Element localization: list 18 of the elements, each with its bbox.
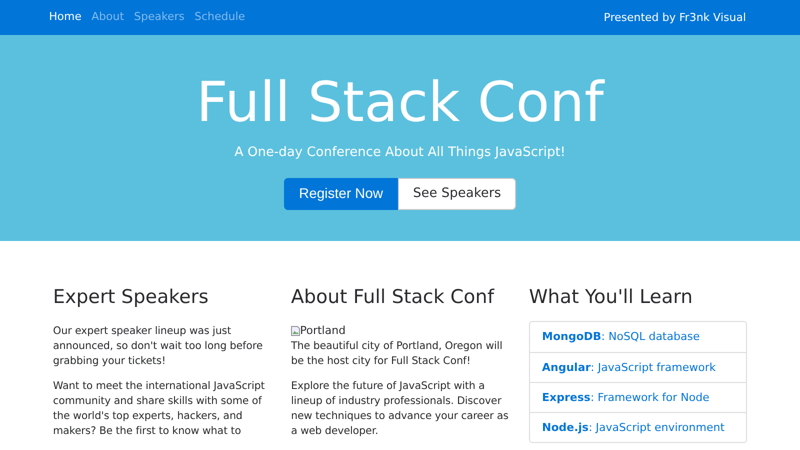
- section-heading: About Full Stack Conf: [291, 286, 496, 310]
- speakers-button[interactable]: See Speakers: [398, 178, 516, 210]
- hero-title: Full Stack Conf: [196, 75, 604, 130]
- paragraph: Explore the future of JavaScript with a lineup of industry professionals. Discover new techniques to advance your career as a web developer.: [291, 378, 509, 439]
- paragraph: Want to meet the international JavaScript community and share skills with some of the world's top experts, hackers, and makers? Be the first to know what to: [53, 378, 266, 439]
- list-link[interactable]: Angular: JavaScript framework: [530, 352, 746, 382]
- credit-text: Presented by Fr3nk Visual: [604, 10, 746, 26]
- register-button[interactable]: Register Now: [284, 178, 398, 210]
- nav-link[interactable]: Home: [49, 9, 82, 26]
- paragraph: Our expert speaker lineup was just announced, so don't wait too long before grabbing your tickets!: [53, 324, 264, 369]
- list-link[interactable]: Express: Framework for Node: [530, 382, 746, 412]
- section-heading: Expert Speakers: [53, 286, 210, 310]
- list-link[interactable]: Node.js: JavaScript environment: [530, 412, 746, 442]
- paragraph: The beautiful city of Portland, Oregon will be the host city for Full Stack Conf!: [291, 338, 504, 369]
- section-heading: What You'll Learn: [529, 286, 694, 310]
- list-link[interactable]: MongoDB: NoSQL database: [530, 322, 746, 352]
- broken-image: Portland: [291, 324, 509, 338]
- hero-subtitle: A One-day Conference About All Things JavaScript!: [234, 144, 566, 162]
